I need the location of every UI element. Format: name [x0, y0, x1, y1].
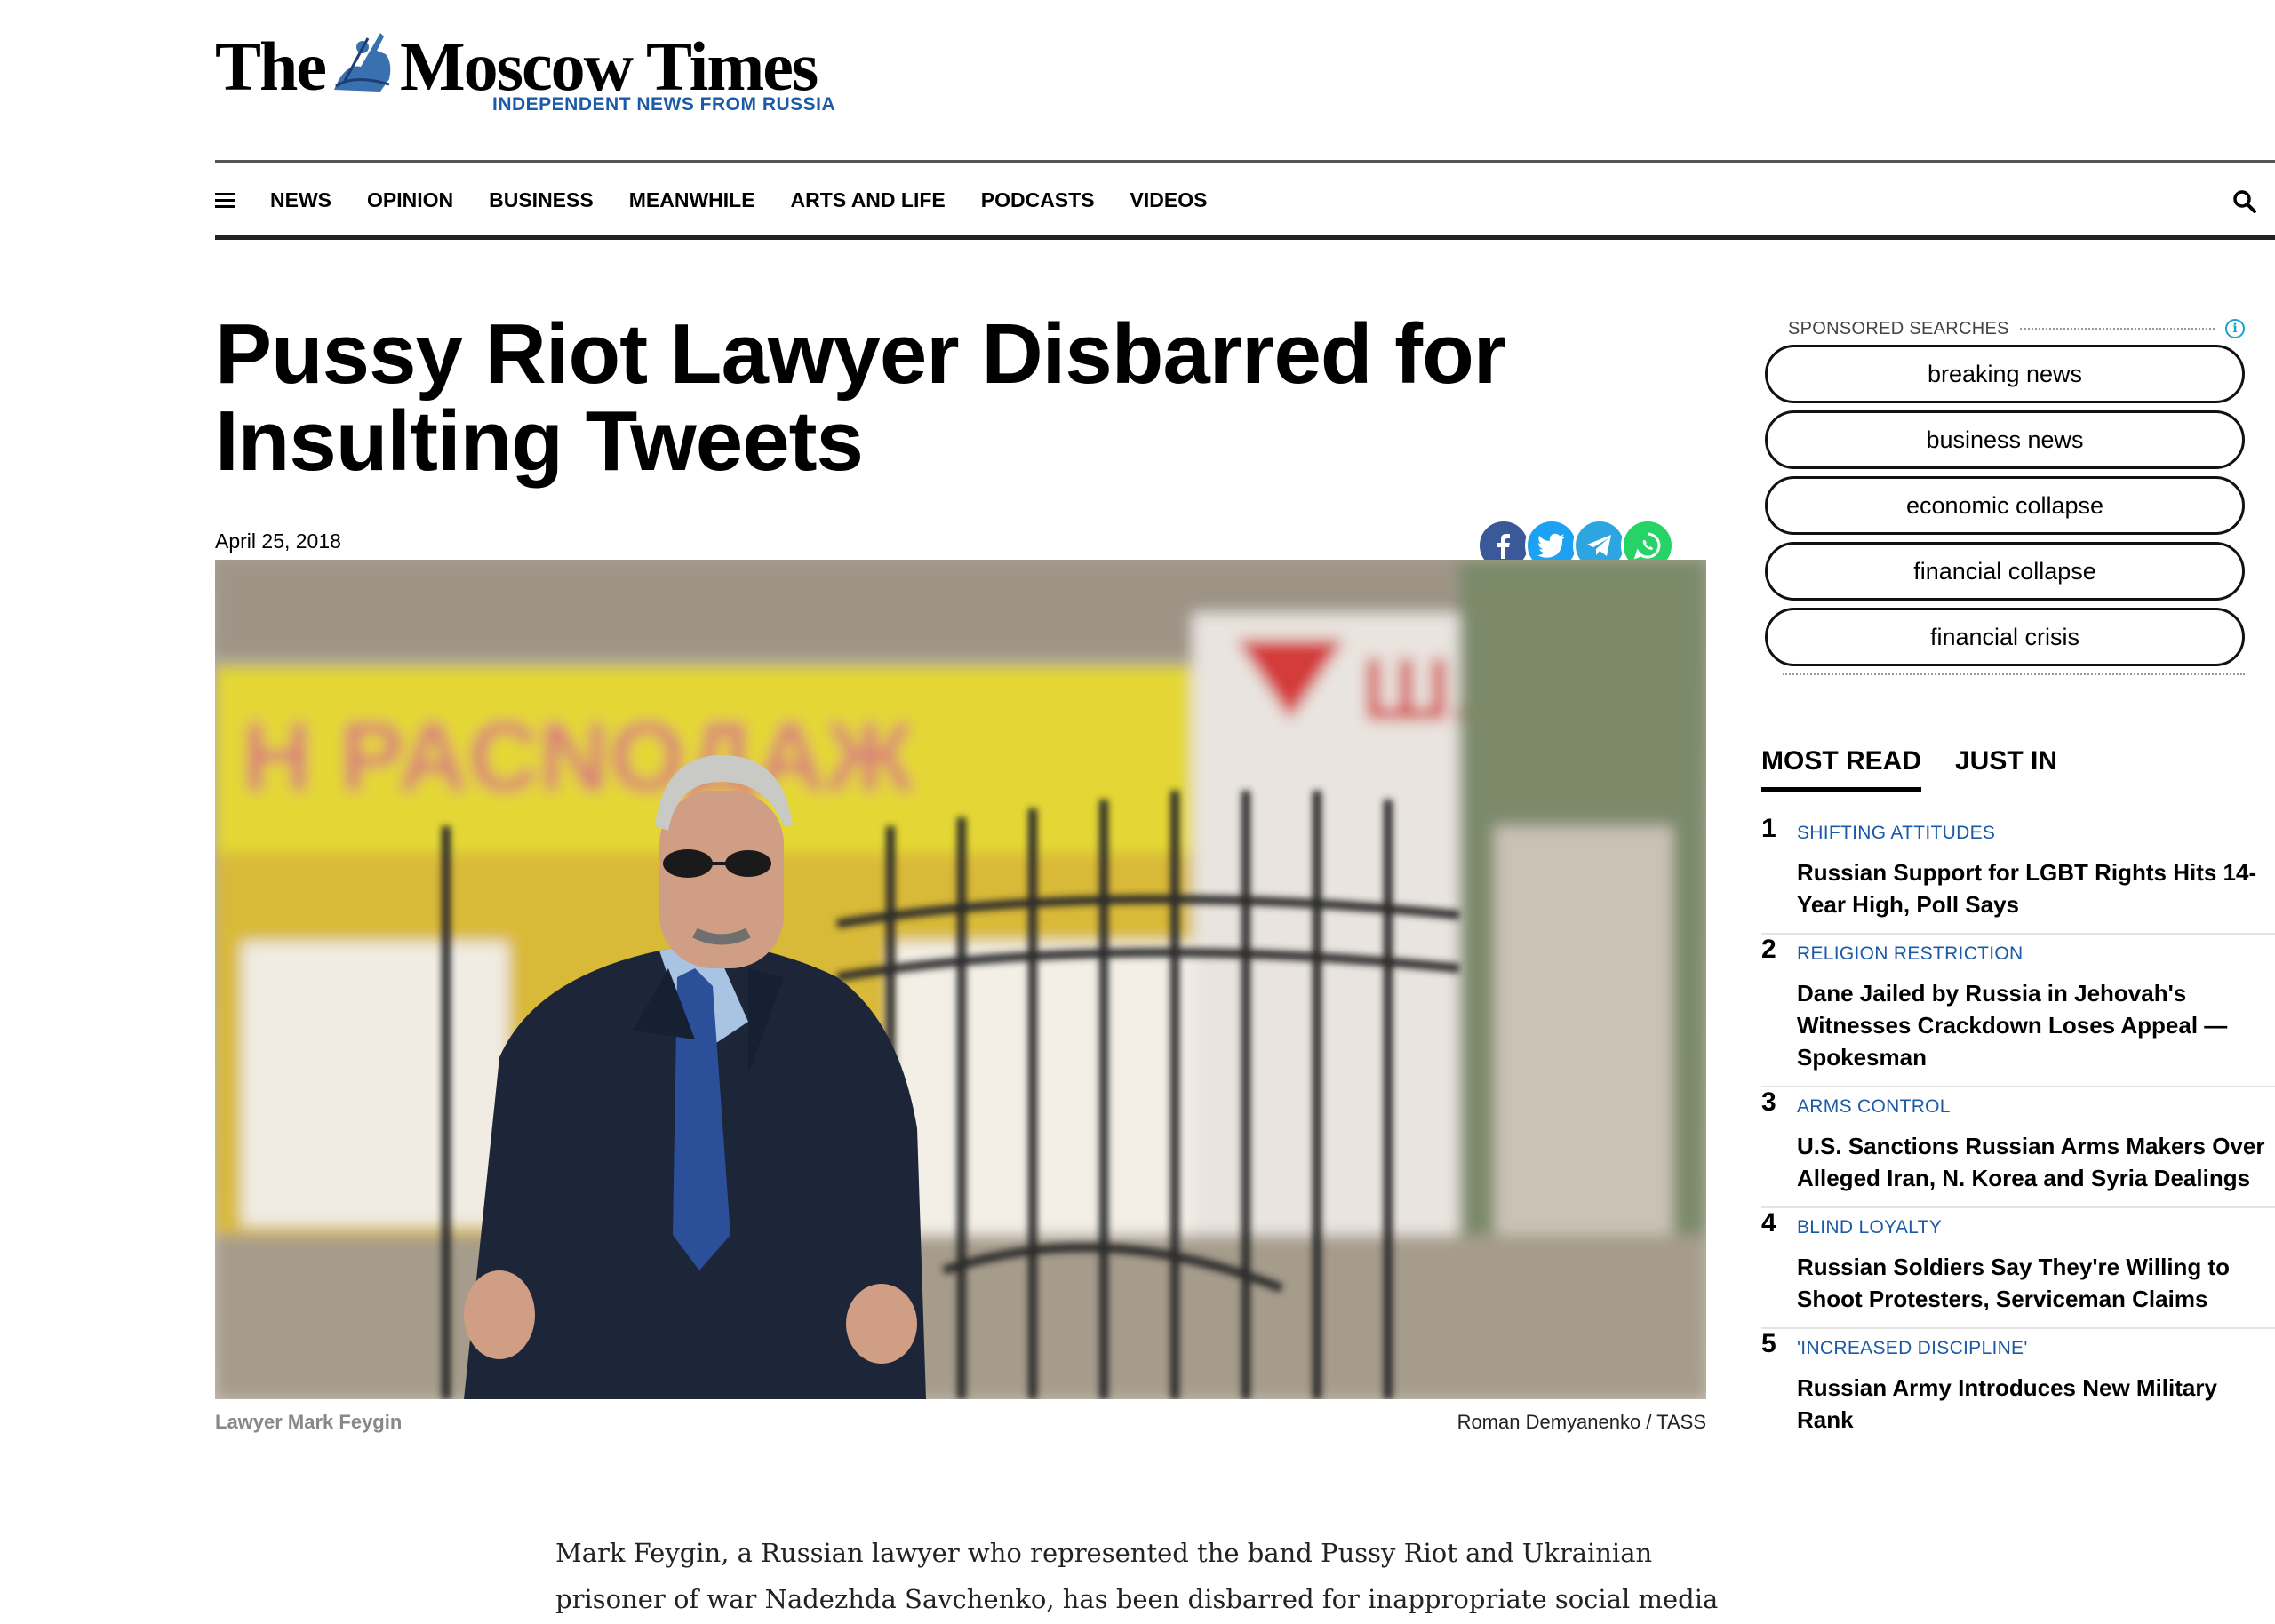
logo-title-the: The — [215, 28, 327, 105]
list-item[interactable]: 2 RELIGION RESTRICTION Dane Jailed by Ru… — [1761, 935, 2275, 1087]
twitter-icon — [1537, 533, 1565, 558]
nav-item-news[interactable]: NEWS — [270, 187, 331, 213]
list-item[interactable]: 4 BLIND LOYALTY Russian Soldiers Say The… — [1761, 1208, 2275, 1329]
logo-title-name: Moscow Times — [400, 28, 818, 105]
article-photo: H PACNOДАЖ ША — [215, 560, 1706, 1399]
nav-items: NEWS OPINION BUSINESS MEANWHILE ARTS AND… — [270, 187, 1242, 213]
facebook-icon — [1497, 534, 1510, 559]
nav-item-videos[interactable]: VIDEOS — [1130, 187, 1208, 213]
story-title-link[interactable]: Dane Jailed by Russia in Jehovah's Witne… — [1797, 977, 2275, 1086]
main-nav: NEWS OPINION BUSINESS MEANWHILE ARTS AND… — [215, 160, 2275, 240]
photo-caption: Lawyer Mark Feygin — [215, 1411, 403, 1433]
list-item[interactable]: 3 ARMS CONTROL U.S. Sanctions Russian Ar… — [1761, 1087, 2275, 1208]
sponsored-search-financial-collapse[interactable]: financial collapse — [1765, 542, 2245, 601]
info-icon[interactable]: i — [2225, 319, 2245, 338]
telegram-icon — [1587, 535, 1611, 556]
sidebar-tabs: MOST READ JUST IN — [1761, 746, 2275, 800]
sponsored-header: SPONSORED SEARCHES i — [1788, 316, 2245, 341]
sponsored-search-financial-crisis[interactable]: financial crisis — [1765, 608, 2245, 666]
sponsored-search-economic-collapse[interactable]: economic collapse — [1765, 476, 2245, 535]
sponsored-label: SPONSORED SEARCHES — [1788, 318, 2009, 338]
rank-number: 1 — [1761, 814, 1776, 843]
sponsored-search-breaking-news[interactable]: breaking news — [1765, 345, 2245, 403]
article-headline: Pussy Riot Lawyer Disbarred for Insultin… — [215, 306, 1506, 489]
rank-number: 4 — [1761, 1208, 1776, 1238]
nav-item-opinion[interactable]: OPINION — [367, 187, 453, 213]
tab-just-in[interactable]: JUST IN — [1955, 746, 2057, 776]
story-title-link[interactable]: Russian Support for LGBT Rights Hits 14-… — [1797, 856, 2275, 933]
rank-number: 3 — [1761, 1087, 1776, 1117]
site-logo[interactable]: The Moscow Times INDEPENDENT NEWS FROM R… — [215, 27, 855, 124]
article-lede: Mark Feygin, a Russian lawyer who repres… — [555, 1538, 1719, 1614]
logo-tagline: INDEPENDENT NEWS FROM RUSSIA — [492, 94, 836, 115]
sponsored-searches: SPONSORED SEARCHES i breaking news busin… — [1765, 316, 2245, 675]
tab-most-read[interactable]: MOST READ — [1761, 746, 1921, 792]
search-icon[interactable] — [2232, 189, 2257, 214]
category-link[interactable]: SHIFTING ATTITUDES — [1797, 814, 2275, 844]
category-link[interactable]: BLIND LOYALTY — [1797, 1208, 2275, 1238]
category-link[interactable]: ARMS CONTROL — [1797, 1087, 2275, 1118]
nav-item-arts-and-life[interactable]: ARTS AND LIFE — [791, 187, 946, 213]
article-date: April 25, 2018 — [215, 529, 341, 553]
story-title-link[interactable]: U.S. Sanctions Russian Arms Makers Over … — [1797, 1130, 2275, 1206]
photo-illustration: H PACNOДАЖ ША — [215, 560, 1706, 1399]
category-link[interactable]: 'INCREASED DISCIPLINE' — [1797, 1329, 2275, 1359]
svg-text:H PACNOДАЖ: H PACNOДАЖ — [242, 703, 914, 812]
story-title-link[interactable]: Russian Soldiers Say They're Willing to … — [1797, 1251, 2275, 1327]
nav-item-podcasts[interactable]: PODCASTS — [981, 187, 1095, 213]
rank-number: 2 — [1761, 935, 1776, 964]
sponsored-list: breaking news business news economic col… — [1765, 345, 2245, 673]
story-title-link[interactable]: Russian Army Introduces New Military Ran… — [1797, 1372, 2275, 1448]
list-item[interactable]: 1 SHIFTING ATTITUDES Russian Support for… — [1761, 814, 2275, 935]
sponsored-search-business-news[interactable]: business news — [1765, 410, 2245, 469]
st-george-emblem-icon — [334, 33, 391, 92]
hamburger-icon[interactable] — [215, 193, 235, 209]
list-item[interactable]: 5 'INCREASED DISCIPLINE' Russian Army In… — [1761, 1329, 2275, 1448]
nav-item-business[interactable]: BUSINESS — [489, 187, 594, 213]
category-link[interactable]: RELIGION RESTRICTION — [1797, 935, 2275, 965]
photo-credit: Roman Demyanenko / TASS — [1457, 1411, 1706, 1433]
rank-number: 5 — [1761, 1329, 1776, 1358]
most-read-list: 1 SHIFTING ATTITUDES Russian Support for… — [1761, 814, 2275, 1448]
dotted-divider — [1783, 673, 2245, 675]
dotted-divider — [2019, 328, 2215, 330]
whatsapp-icon — [1633, 532, 1661, 560]
nav-item-meanwhile[interactable]: MEANWHILE — [629, 187, 755, 213]
